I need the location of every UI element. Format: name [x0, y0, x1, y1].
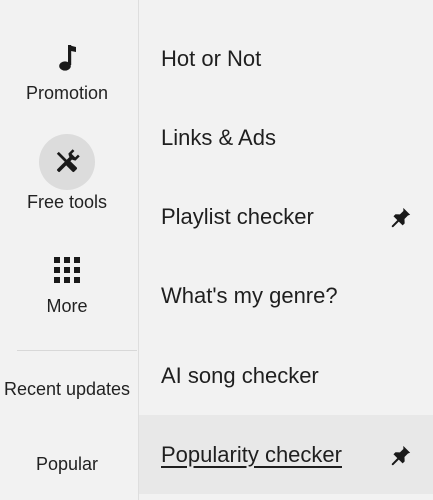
menu-item-playlist-checker[interactable]: Playlist checker [139, 177, 433, 256]
rail-link-popular[interactable]: Popular [0, 453, 134, 476]
menu-item-label: Playlist checker [161, 203, 314, 229]
menu-item-hot-or-not[interactable]: Hot or Not [139, 19, 433, 98]
free-tools-menu: Hot or Not Links & Ads Playlist checker … [139, 0, 433, 500]
menu-item-label: What's my genre? [161, 282, 338, 308]
menu-item-popularity-checker[interactable]: Popularity checker [139, 415, 433, 494]
rail-item-free-tools[interactable]: Free tools [0, 134, 134, 213]
tools-icon [39, 134, 95, 190]
rail-divider [17, 350, 137, 351]
menu-item-ai-song-checker[interactable]: AI song checker [139, 336, 433, 415]
grid-icon [52, 255, 82, 285]
rail-item-label: Free tools [26, 192, 108, 212]
pin-icon[interactable] [389, 443, 413, 467]
left-rail: Promotion Free tools More Recent updates… [0, 0, 138, 500]
menu-item-whats-my-genre[interactable]: What's my genre? [139, 256, 433, 335]
rail-item-promotion[interactable]: Promotion [0, 38, 134, 104]
menu-item-label: Popularity checker [161, 441, 342, 467]
app-root: Promotion Free tools More Recent updates… [0, 0, 433, 500]
menu-item-label: AI song checker [161, 362, 319, 388]
menu-item-label: Hot or Not [161, 45, 262, 71]
rail-item-more[interactable]: More [0, 255, 134, 317]
music-note-icon [47, 38, 87, 78]
menu-item-links-ads[interactable]: Links & Ads [139, 98, 433, 177]
rail-item-label: Promotion [25, 83, 109, 103]
pin-icon[interactable] [389, 205, 413, 229]
menu-item-label: Links & Ads [161, 124, 276, 150]
rail-item-label: More [46, 296, 88, 316]
rail-link-recent-updates[interactable]: Recent updates [0, 378, 134, 401]
